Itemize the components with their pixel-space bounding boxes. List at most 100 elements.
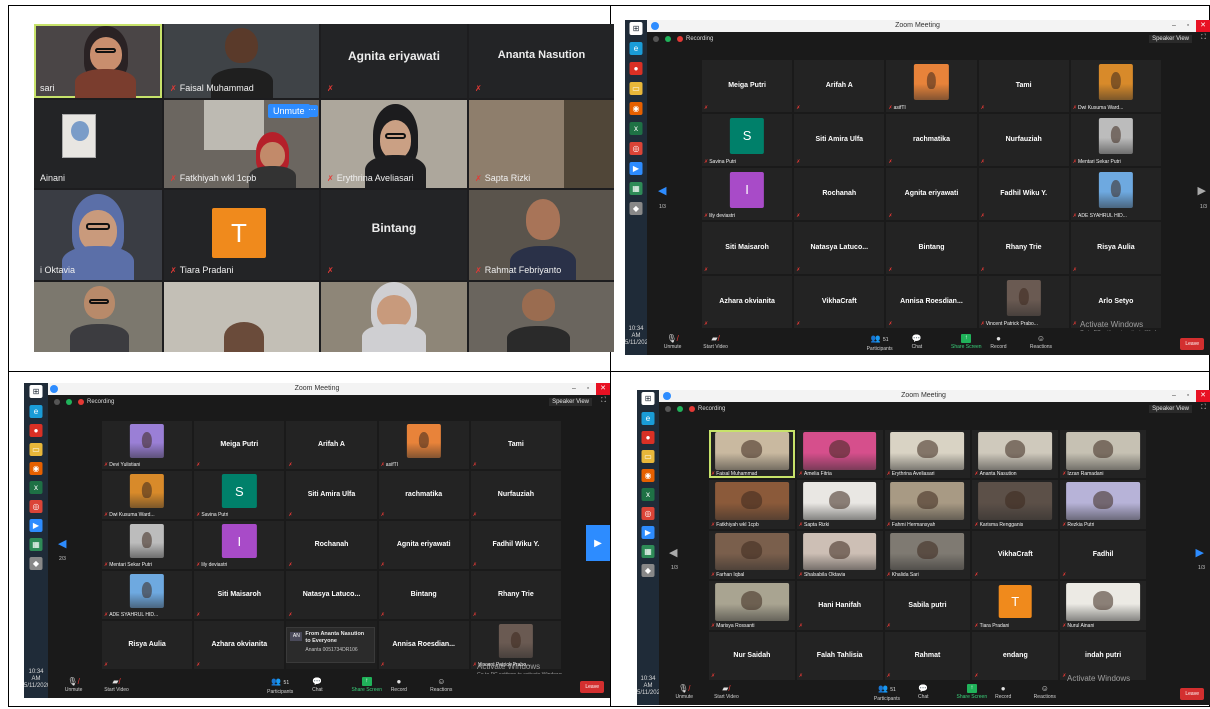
participants-button[interactable]: 👥 51 Participants — [867, 333, 893, 352]
participant-tile-natasya-latuco[interactable]: Natasya Latuco... ✗ — [286, 571, 377, 619]
participant-tile-risya-aulia[interactable]: Risya Aulia ✗ — [102, 621, 193, 669]
video-tile-sapta[interactable]: ✗ Sapta Rizki — [469, 100, 614, 188]
folder-icon[interactable]: ▭ — [641, 450, 655, 463]
info-icon[interactable] — [653, 36, 659, 42]
excel-icon[interactable]: x — [629, 122, 643, 135]
zoom-taskbar-icon[interactable]: ▶ — [641, 526, 655, 539]
share-screen-button[interactable]: ↑ Share Screen — [957, 683, 987, 700]
maximize-button[interactable]: ▫ — [582, 383, 594, 395]
participant-tile-vikhacraft[interactable]: VikhaCraft ✗ — [972, 530, 1059, 580]
maximize-button[interactable]: ▫ — [1182, 390, 1194, 402]
zoom-taskbar-icon[interactable]: ▶ — [29, 519, 43, 532]
excel-icon[interactable]: x — [29, 481, 43, 494]
participant-tile-fahmi-hermansyah[interactable]: ✗Fahmi Hermansyah — [884, 480, 971, 529]
fullscreen-icon[interactable]: ⛶ — [1201, 404, 1206, 412]
speaker-view-button[interactable]: Speaker View — [1149, 405, 1192, 413]
windows-start-icon[interactable]: ⊞ — [29, 385, 43, 398]
participant-tile-sabila-putri[interactable]: Sabila putri ✗ — [884, 581, 971, 630]
participant-tile-hani-hanifah[interactable]: Hani Hanifah ✗ — [796, 581, 883, 630]
share-screen-button[interactable]: ↑ Share Screen — [951, 333, 982, 350]
participant-tile-siti-amira-ulfa[interactable]: Siti Amira Ulfa ✗ — [794, 114, 885, 166]
video-tile-faisal[interactable]: ✗ Faisal Muhammad — [164, 24, 319, 98]
participant-tile-siti-amira-ulfa[interactable]: Siti Amira Ulfa ✗ — [286, 471, 377, 519]
app-icon[interactable]: ◆ — [29, 557, 43, 570]
participant-tile-rachmatika[interactable]: rachmatika ✗ — [886, 114, 977, 166]
participant-tile-siti-maisaroh[interactable]: Siti Maisaroh ✗ — [702, 222, 793, 274]
folder-icon[interactable]: ▭ — [629, 82, 643, 95]
participant-tile-tami[interactable]: Tami ✗ — [978, 60, 1069, 112]
minimize-button[interactable]: – — [568, 383, 580, 395]
participant-tile-khalida-sari[interactable]: ✗Khalida Sari — [884, 530, 971, 580]
image-app-icon[interactable]: ▦ — [629, 182, 643, 195]
fullscreen-icon[interactable]: ⛶ — [601, 397, 606, 405]
security-shield-icon[interactable] — [66, 399, 72, 405]
close-button[interactable]: ✕ — [1196, 20, 1210, 32]
zoom-taskbar-icon[interactable]: ▶ — [629, 162, 643, 175]
prev-page-arrow-icon[interactable]: ◀ — [58, 537, 66, 550]
participant-tile-rachmatika[interactable]: rachmatika ✗ — [378, 471, 469, 519]
video-tile-oktavia[interactable]: i Oktavia — [34, 190, 162, 280]
participant-tile-karisma-rengganis[interactable]: ✗Karisma Rengganis — [972, 480, 1059, 529]
participant-tile-bintang[interactable]: Bintang ✗ — [378, 571, 469, 619]
record-button[interactable]: ● Record — [995, 683, 1011, 700]
video-tile[interactable] — [321, 282, 467, 352]
participant-tile-vincent-patrick-prabo[interactable]: ✗Vincent Patrick Prabo... — [978, 276, 1069, 328]
participant-tile-izzan-ramadani[interactable]: ✗Izzan Ramadani — [1060, 430, 1146, 479]
video-tile-ananta[interactable]: Ananta Nasution ✗ — [469, 24, 614, 98]
participant-tile-nurul-ainani[interactable]: ✗Nurul Ainani — [1060, 581, 1146, 630]
participant-tile-indah-putri[interactable]: indah putri ✗ — [1060, 631, 1146, 680]
unmute-button[interactable]: 🎙/Unmute — [65, 676, 83, 693]
participant-tile-nurfauziah[interactable]: Nurfauziah ✗ — [470, 471, 561, 519]
ie-icon[interactable]: e — [641, 412, 655, 425]
participant-tile-erythrina-aveliasari[interactable]: ✗Erythrina Aveliasari — [884, 430, 971, 479]
video-tile-sari[interactable]: sari — [34, 24, 162, 98]
close-button[interactable]: ✕ — [1196, 390, 1210, 402]
participant-tile-annisa-roesdian[interactable]: Annisa Roesdian... ✗ — [886, 276, 977, 328]
participant-tile-nurfauziah[interactable]: Nurfauziah ✗ — [978, 114, 1069, 166]
participant-tile-fadhil-wiku-y[interactable]: Fadhil Wiku Y. ✗ — [470, 521, 561, 569]
participant-tile-azhara-okvianita[interactable]: Azhara okvianita ✗ — [702, 276, 793, 328]
firefox-icon[interactable]: ◉ — [29, 462, 43, 475]
speaker-view-button[interactable]: Speaker View — [549, 398, 592, 406]
participant-tile-rochanah[interactable]: Rochanah ✗ — [794, 168, 885, 220]
participant-tile-tami[interactable]: Tami ✗ — [470, 421, 561, 469]
participant-tile-farhan-iqbal[interactable]: ✗Farhan Iqbal — [709, 530, 795, 580]
folder-icon[interactable]: ▭ — [29, 443, 43, 456]
chat-button[interactable]: 💬 Chat — [918, 683, 929, 700]
participant-tile-rhany-trie[interactable]: Rhany Trie ✗ — [978, 222, 1069, 274]
next-page-button[interactable]: ▶ — [586, 525, 610, 561]
reactions-button[interactable]: ☺ Reactions — [1034, 683, 1056, 700]
firefox-icon[interactable]: ◉ — [641, 469, 655, 482]
participant-tile-tiara-pradani[interactable]: T ✗Tiara Pradani — [972, 581, 1059, 630]
windows-start-icon[interactable]: ⊞ — [641, 392, 655, 405]
video-tile[interactable] — [164, 282, 319, 352]
participant-tile-ade-syahrul-hid[interactable]: ✗ADE SYAHRUL HID... — [102, 571, 193, 619]
firefox-icon[interactable]: ◉ — [629, 102, 643, 115]
participant-tile-dwi-kusuma-ward[interactable]: ✗Dwi Kusuma Ward... — [1070, 60, 1161, 112]
more-options-button[interactable]: ··· — [306, 105, 318, 117]
unmute-button[interactable]: 🎙/Unmute — [676, 683, 694, 700]
video-tile[interactable] — [469, 282, 614, 352]
leave-button[interactable]: Leave — [580, 681, 604, 693]
maximize-button[interactable]: ▫ — [1182, 20, 1194, 32]
minimize-button[interactable]: – — [1168, 390, 1180, 402]
chrome-icon[interactable]: ◎ — [641, 507, 655, 520]
participant-tile-mentari-sekar-putri[interactable]: ✗Mentari Sekar Putri — [1070, 114, 1161, 166]
next-page-arrow-icon[interactable]: ▶ — [1198, 184, 1206, 197]
minimize-button[interactable]: – — [1168, 20, 1180, 32]
image-app-icon[interactable]: ▦ — [641, 545, 655, 558]
participant-tile-arifah-a[interactable]: Arifah A ✗ — [286, 421, 377, 469]
participant-tile-asifti[interactable]: ✗asifTI — [886, 60, 977, 112]
participant-tile-asifti[interactable]: ✗asifTI — [378, 421, 469, 469]
participant-tile-rhany-trie[interactable]: Rhany Trie ✗ — [470, 571, 561, 619]
participant-tile-devi-yulistiani[interactable]: ✗Devi Yulistiani — [102, 421, 193, 469]
participant-tile-blank[interactable]: AN From Ananta Nasution to Everyone Ananta… — [286, 621, 377, 669]
participant-tile-azhara-okvianita[interactable]: Azhara okvianita ✗ — [194, 621, 285, 669]
participant-tile-marisya-rossanti[interactable]: ✗Marisya Rossanti — [709, 581, 795, 630]
participant-tile-meiga-putri[interactable]: Meiga Putri ✗ — [702, 60, 793, 112]
chrome-icon[interactable]: ◎ — [629, 142, 643, 155]
leave-button[interactable]: Leave — [1180, 338, 1204, 350]
chrome-icon[interactable]: ◎ — [29, 500, 43, 513]
video-tile-erythrina[interactable]: ✗ Erythrina Aveliasari — [321, 100, 467, 188]
chat-button[interactable]: 💬 Chat — [912, 333, 923, 350]
